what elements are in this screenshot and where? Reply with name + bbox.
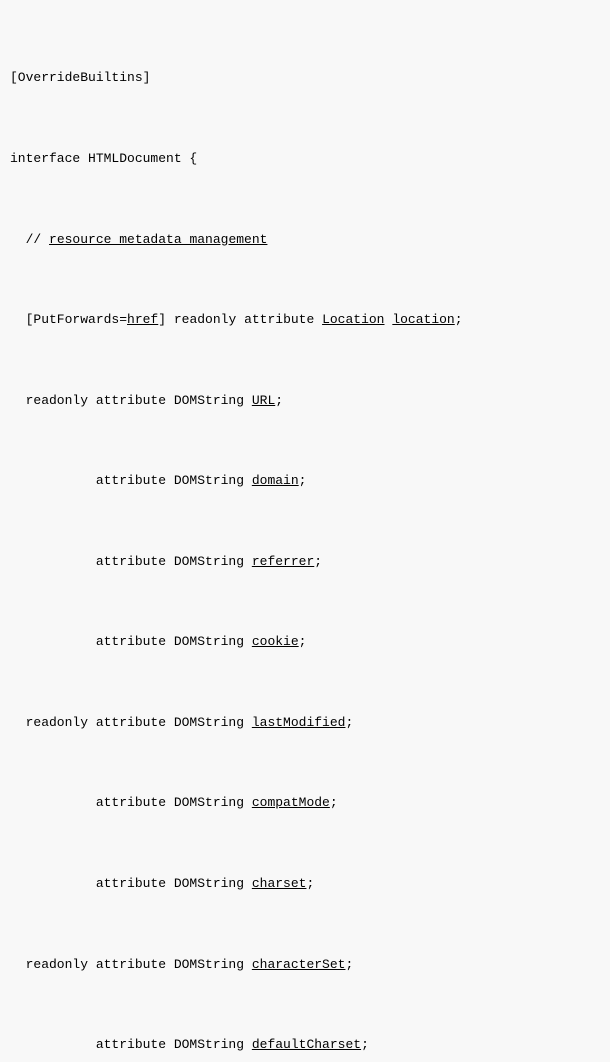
- line-3: // resource metadata management: [10, 230, 600, 250]
- line-9: readonly attribute DOMString lastModifie…: [10, 713, 600, 733]
- attr-cookie: cookie: [252, 634, 299, 649]
- line-7: attribute DOMString referrer;: [10, 552, 600, 572]
- type-location: Location: [322, 312, 384, 327]
- attr-defaultcharset: defaultCharset: [252, 1037, 361, 1052]
- attr-location: location: [392, 312, 454, 327]
- line-1: [OverrideBuiltins]: [10, 68, 600, 88]
- attr-referrer: referrer: [252, 554, 314, 569]
- attr-href: href: [127, 312, 158, 327]
- line-13: attribute DOMString defaultCharset;: [10, 1035, 600, 1055]
- code-viewer: [OverrideBuiltins] interface HTMLDocumen…: [0, 0, 610, 1062]
- attr-characterset: characterSet: [252, 957, 346, 972]
- line-12: readonly attribute DOMString characterSe…: [10, 955, 600, 975]
- attr-lastmodified: lastModified: [252, 715, 346, 730]
- attr-domain: domain: [252, 473, 299, 488]
- line-4: [PutForwards=href] readonly attribute Lo…: [10, 310, 600, 330]
- line-5: readonly attribute DOMString URL;: [10, 391, 600, 411]
- line-6: attribute DOMString domain;: [10, 471, 600, 491]
- attr-charset: charset: [252, 876, 307, 891]
- line-8: attribute DOMString cookie;: [10, 632, 600, 652]
- attr-compatmode: compatMode: [252, 795, 330, 810]
- attr-url: URL: [252, 393, 275, 408]
- line-11: attribute DOMString charset;: [10, 874, 600, 894]
- line-2: interface HTMLDocument {: [10, 149, 600, 169]
- comment-resource-metadata: resource metadata management: [49, 232, 267, 247]
- line-10: attribute DOMString compatMode;: [10, 793, 600, 813]
